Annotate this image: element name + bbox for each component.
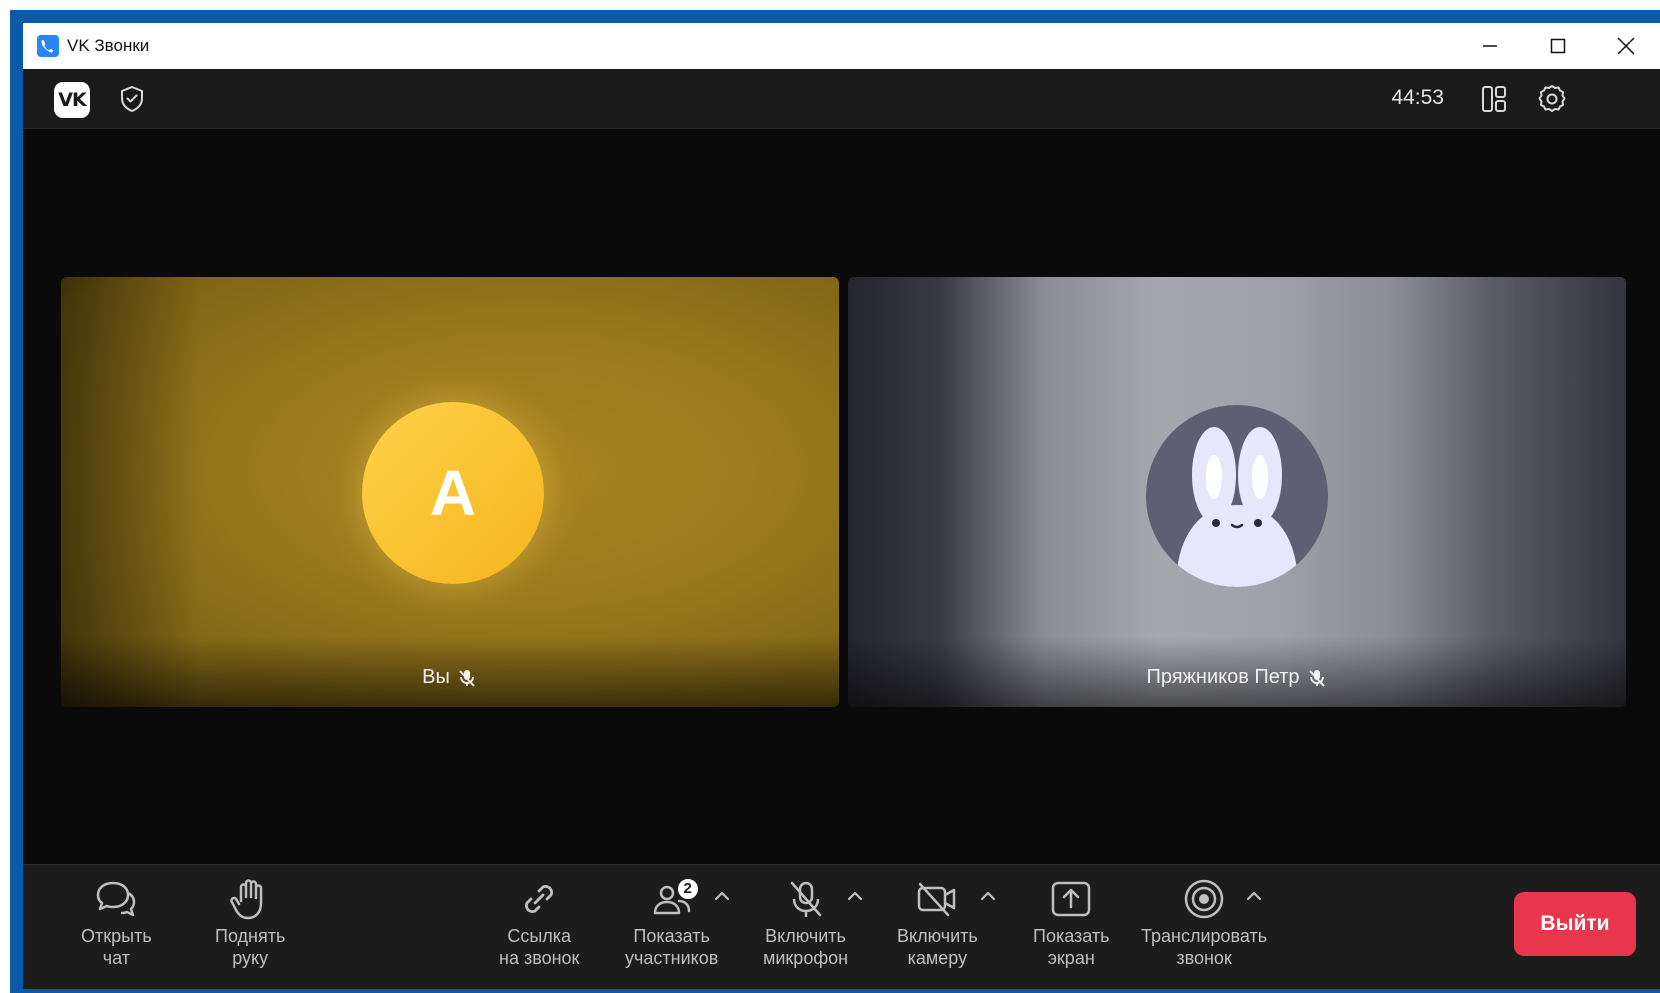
participant-name: Пряжников Петр	[1146, 666, 1300, 688]
raise-hand-button[interactable]: Поднять руку	[215, 875, 285, 969]
bunny-avatar	[1146, 405, 1328, 587]
share-screen-label: Показать экран	[1033, 926, 1110, 968]
call-controls-bar: Открыть чат Поднять руку Ссылка на звоно…	[23, 864, 1660, 989]
mic-muted-icon	[459, 669, 475, 687]
shield-check-icon[interactable]	[116, 83, 148, 115]
open-chat-label: Открыть чат	[81, 926, 152, 968]
settings-gear-icon[interactable]	[1536, 83, 1568, 115]
mic-off-icon	[782, 875, 830, 923]
minimize-button[interactable]	[1456, 23, 1524, 69]
call-top-bar: VK 44:53	[23, 69, 1660, 129]
call-timer: 44:53	[1391, 86, 1444, 109]
enable-microphone-label: Включить микрофон	[763, 926, 849, 968]
chat-icon	[92, 875, 140, 923]
avatar-self: A	[362, 402, 544, 584]
vk-calls-app-icon	[37, 35, 59, 57]
broadcast-icon	[1180, 875, 1228, 923]
close-button[interactable]	[1592, 23, 1660, 69]
layout-grid-icon[interactable]	[1478, 83, 1510, 115]
close-icon	[1617, 37, 1635, 55]
bunny-icon	[1176, 427, 1298, 587]
call-link-label: Ссылка на звонок	[499, 926, 580, 968]
screen-share-icon	[1047, 875, 1095, 923]
hand-icon	[226, 875, 274, 923]
enable-camera-label: Включить камеру	[897, 926, 978, 968]
show-participants-label: Показать участников	[625, 926, 719, 968]
show-participants-button[interactable]: 2 Показать участников	[625, 875, 718, 969]
participants-count-badge: 2	[675, 877, 700, 901]
participants-icon: 2	[648, 875, 700, 923]
window-controls	[1456, 23, 1660, 69]
call-link-button[interactable]: Ссылка на звонок	[499, 875, 579, 969]
mic-muted-icon	[1308, 669, 1325, 687]
vk-logo: VK	[54, 82, 90, 118]
desktop: VK Звонки VK 44:53 A Вы Пряжников Петр О…	[0, 0, 1660, 993]
microphone-options-chevron-up-icon[interactable]	[846, 889, 864, 903]
share-screen-button[interactable]: Показать экран	[1033, 875, 1110, 969]
avatar-letter: A	[429, 457, 477, 529]
enable-microphone-button[interactable]: Включить микрофон	[763, 875, 848, 969]
enable-camera-button[interactable]: Включить камеру	[897, 875, 978, 969]
title-bar: VK Звонки	[23, 23, 1660, 69]
window-title: VK Звонки	[67, 36, 150, 55]
participant-tile-self[interactable]: A Вы	[61, 277, 839, 707]
broadcast-call-label: Транслировать звонок	[1141, 926, 1268, 968]
participants-options-chevron-up-icon[interactable]	[713, 889, 731, 903]
camera-options-chevron-up-icon[interactable]	[979, 889, 997, 903]
link-icon	[515, 875, 563, 923]
broadcast-options-chevron-up-icon[interactable]	[1245, 889, 1263, 903]
participant-tile-peer[interactable]: Пряжников Петр	[848, 277, 1626, 707]
minimize-icon	[1483, 45, 1497, 47]
raise-hand-label: Поднять руку	[215, 926, 286, 968]
open-chat-button[interactable]: Открыть чат	[81, 875, 152, 969]
maximize-icon	[1550, 38, 1566, 54]
exit-call-button[interactable]: Выйти	[1514, 892, 1636, 956]
maximize-button[interactable]	[1524, 23, 1592, 69]
participant-name: Вы	[422, 666, 450, 688]
camera-off-icon	[913, 875, 961, 923]
app-window: VK Звонки VK 44:53 A Вы Пряжников Петр О…	[23, 23, 1660, 989]
participant-label-peer: Пряжников Петр	[848, 666, 1626, 689]
participant-label-self: Вы	[61, 666, 839, 689]
